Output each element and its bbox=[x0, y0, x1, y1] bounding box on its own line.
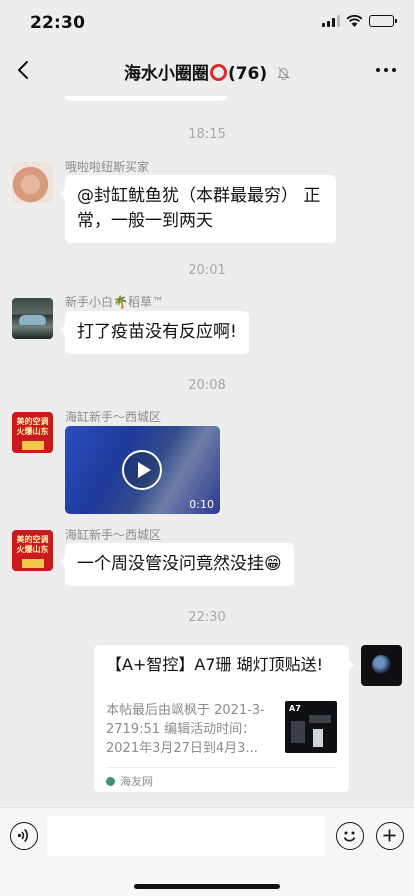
message-input[interactable] bbox=[47, 816, 325, 856]
home-indicator[interactable] bbox=[134, 884, 280, 889]
avatar[interactable]: 美的空调 火爆山东 bbox=[12, 530, 53, 571]
avatar-ad-text: 火爆山东 bbox=[16, 427, 49, 436]
message-bubble[interactable]: 打了疫苗没有反应啊! bbox=[60, 311, 249, 354]
wifi-icon bbox=[346, 15, 363, 27]
link-thumbnail: A7 bbox=[285, 701, 337, 753]
sender-name: 新手小白🌴稻草™ bbox=[65, 295, 164, 309]
previous-message-bubble bbox=[65, 96, 227, 101]
emoji-button[interactable] bbox=[336, 822, 364, 850]
timestamp: 20:08 bbox=[188, 378, 226, 393]
link-source: 海友网 bbox=[106, 773, 153, 789]
link-title: 【A+智控】A7珊 瑚灯顶贴送! bbox=[106, 655, 323, 674]
play-icon[interactable] bbox=[122, 450, 162, 490]
status-bar: 22:30 bbox=[0, 0, 414, 44]
input-bar bbox=[0, 807, 414, 896]
link-card-message[interactable]: 【A+智控】A7珊 瑚灯顶贴送! 本帖最后由飒枫于 2021-3-2719:51… bbox=[94, 645, 354, 792]
status-time: 22:30 bbox=[30, 13, 86, 33]
chat-header: 海水小圈圈 (76) bbox=[0, 44, 414, 96]
sender-name: 哦啦啦纽斯买家 bbox=[65, 160, 150, 174]
member-count: (76) bbox=[227, 64, 268, 84]
more-options-icon[interactable] bbox=[376, 68, 396, 72]
avatar[interactable]: 美的空调 火爆山东 bbox=[12, 412, 53, 453]
thumbnail-label: A7 bbox=[289, 704, 301, 713]
mute-bell-icon bbox=[277, 67, 290, 80]
source-logo-icon bbox=[106, 776, 115, 786]
avatar-ad-text: 火爆山东 bbox=[16, 545, 49, 554]
timestamp: 18:15 bbox=[188, 127, 226, 142]
more-functions-button[interactable] bbox=[376, 822, 404, 850]
sender-name: 海缸新手～西城区 bbox=[65, 410, 162, 424]
link-source-name: 海友网 bbox=[120, 775, 153, 788]
link-description: 本帖最后由飒枫于 2021-3-2719:51 编辑活动时间：2021年3月27… bbox=[106, 703, 265, 756]
video-duration: 0:10 bbox=[189, 498, 214, 511]
plus-icon bbox=[383, 829, 396, 842]
avatar[interactable] bbox=[12, 162, 53, 203]
my-avatar[interactable] bbox=[361, 645, 402, 686]
red-circle-emoji-icon bbox=[209, 64, 227, 81]
avatar[interactable] bbox=[12, 298, 53, 339]
avatar-ad-text: 美的空调 bbox=[16, 535, 49, 544]
avatar-ad-text: 美的空调 bbox=[16, 417, 49, 426]
voice-icon bbox=[17, 828, 28, 843]
signal-icon bbox=[322, 15, 340, 27]
message-list[interactable]: 18:15 哦啦啦纽斯买家 @封缸鱿鱼犹（本群最最穷） 正常，一般一到两天 20… bbox=[0, 96, 414, 807]
smiley-icon bbox=[343, 831, 356, 842]
message-bubble[interactable]: 一个周没管没问竟然没挂😁 bbox=[60, 543, 294, 586]
video-message[interactable]: 0:10 bbox=[65, 426, 220, 514]
sender-name: 海缸新手～西城区 bbox=[65, 528, 162, 542]
chat-title: 海水小圈圈 (76) bbox=[0, 59, 414, 84]
chat-title-text: 海水小圈圈 bbox=[123, 64, 209, 84]
voice-input-button[interactable] bbox=[10, 822, 38, 850]
battery-icon bbox=[369, 15, 397, 27]
timestamp: 22:30 bbox=[188, 610, 226, 625]
timestamp: 20:01 bbox=[188, 263, 226, 278]
message-bubble[interactable]: @封缸鱿鱼犹（本群最最穷） 正常，一般一到两天 bbox=[60, 175, 336, 243]
status-icons bbox=[322, 15, 397, 27]
divider bbox=[106, 767, 337, 768]
